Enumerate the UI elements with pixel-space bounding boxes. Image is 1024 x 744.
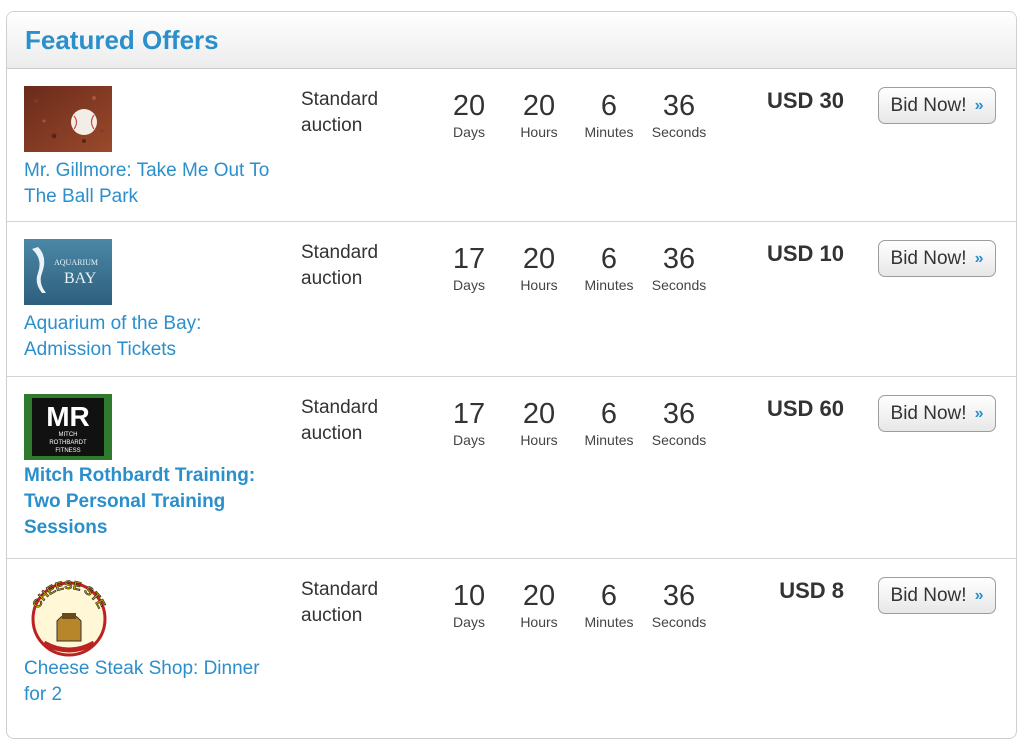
double-chevron-right-icon: » [974,249,984,267]
offer-title-link[interactable]: Cheese Steak Shop: Dinner for 2 [24,656,284,708]
countdown-minutes: 6 Minutes [584,398,634,448]
double-chevron-right-icon: » [974,586,984,604]
auction-type: Standard auction [301,397,379,444]
countdown-days: 10 Days [452,580,486,630]
countdown-minutes: 6 Minutes [584,243,634,293]
bid-now-button[interactable]: Bid Now! » [878,240,996,277]
offer-row: MR MITCH ROTHBARDT FITNESS Mitch Rothbar… [7,377,1016,559]
svg-text:BAY: BAY [64,270,97,287]
countdown-hours: 20 Hours [520,398,558,448]
panel-title: Featured Offers [25,24,219,55]
offer-price: USD 30 [766,88,844,113]
cheese-steak-shop-logo-thumbnail[interactable]: CHEESE STEAK [24,573,114,663]
countdown-minutes: 6 Minutes [584,580,634,630]
countdown-seconds: 36 Seconds [651,243,707,293]
featured-offers-panel: Featured Offers Mr. Gillmore: Take Me Ou… [6,11,1017,739]
bid-now-button[interactable]: Bid Now! » [878,87,996,124]
countdown-hours: 20 Hours [520,243,558,293]
countdown-seconds: 36 Seconds [651,398,707,448]
double-chevron-right-icon: » [974,96,984,114]
countdown-seconds: 36 Seconds [651,90,707,140]
countdown-days: 20 Days [452,90,486,140]
offer-title-link[interactable]: Mitch Rothbardt Training: Two Personal T… [24,463,284,541]
aquarium-logo-thumbnail[interactable]: AQUARIUM BAY [24,239,112,305]
countdown-days: 17 Days [452,398,486,448]
panel-header: Featured Offers [7,12,1016,69]
auction-type: Standard auction [301,579,379,626]
auction-type: Standard auction [301,89,379,136]
mitch-rothbardt-logo-thumbnail[interactable]: MR MITCH ROTHBARDT FITNESS [24,394,112,460]
bid-now-button[interactable]: Bid Now! » [878,577,996,614]
svg-text:MITCH: MITCH [59,432,78,438]
countdown-hours: 20 Hours [520,580,558,630]
offer-row: CHEESE STEAK Cheese Steak Shop: Dinner f… [7,559,1016,736]
auction-type: Standard auction [301,242,379,289]
offer-row: AQUARIUM BAY Aquarium of the Bay: Admiss… [7,222,1016,377]
svg-text:AQUARIUM: AQUARIUM [54,258,98,267]
svg-text:FITNESS: FITNESS [55,448,80,454]
baseball-thumbnail[interactable] [24,86,112,152]
countdown-days: 17 Days [452,243,486,293]
offer-title-link[interactable]: Aquarium of the Bay: Admission Tickets [24,311,284,363]
countdown-minutes: 6 Minutes [584,90,634,140]
bid-now-button[interactable]: Bid Now! » [878,395,996,432]
offer-row: Mr. Gillmore: Take Me Out To The Ball Pa… [7,69,1016,222]
offer-price: USD 8 [779,578,844,603]
offer-title-link[interactable]: Mr. Gillmore: Take Me Out To The Ball Pa… [24,158,284,210]
offer-price: USD 60 [766,396,844,421]
countdown-hours: 20 Hours [520,90,558,140]
svg-text:ROTHBARDT: ROTHBARDT [49,440,87,446]
countdown-seconds: 36 Seconds [651,580,707,630]
double-chevron-right-icon: » [974,404,984,422]
svg-text:MR: MR [46,401,90,432]
offer-price: USD 10 [766,241,844,266]
